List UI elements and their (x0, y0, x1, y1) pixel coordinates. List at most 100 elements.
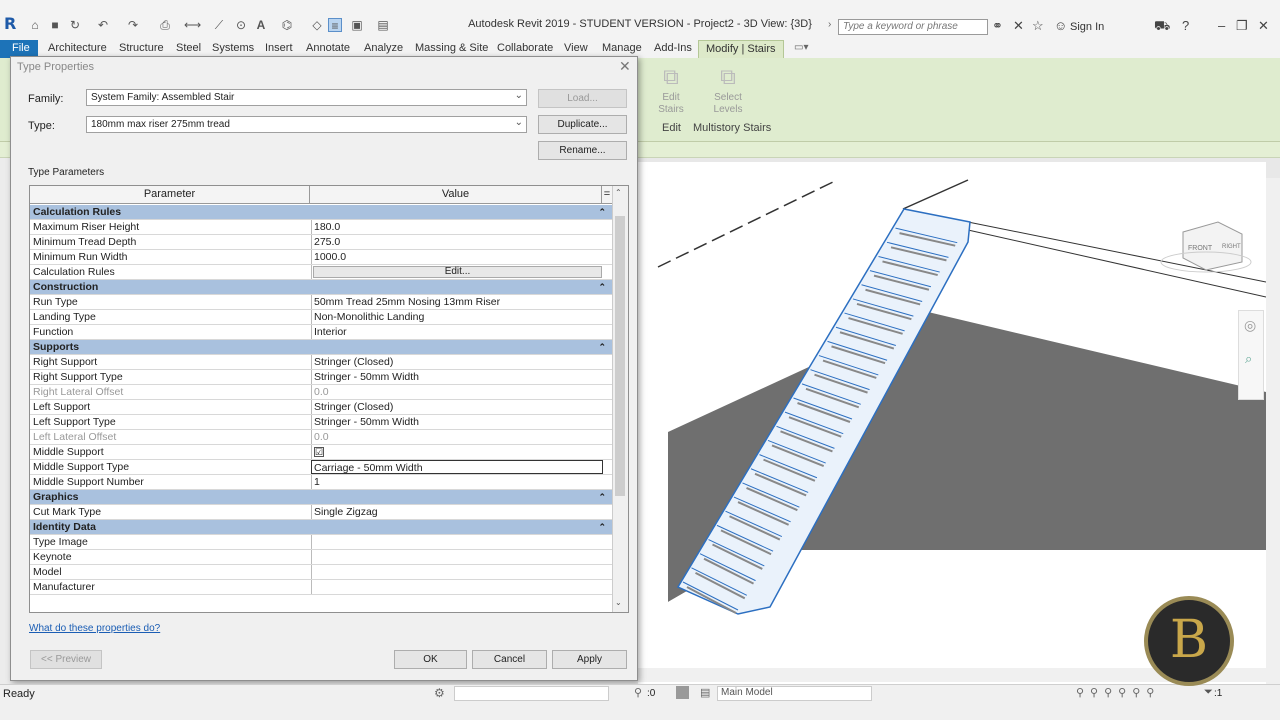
table-row[interactable]: Minimum Tread Depth 275.0 (30, 235, 612, 250)
filter-icon[interactable]: ⏷ (1204, 686, 1213, 699)
value-cell[interactable] (311, 535, 603, 549)
value-cell[interactable] (311, 550, 603, 564)
value-cell[interactable]: Single Zigzag (311, 505, 603, 519)
tab-massing-site[interactable]: Massing & Site (415, 42, 488, 54)
duplicate-button[interactable]: Duplicate... (538, 115, 627, 134)
help-icon[interactable]: ? (1182, 18, 1189, 33)
table-row[interactable]: Maximum Riser Height 180.0 (30, 220, 612, 235)
minimize-icon[interactable]: – (1218, 18, 1225, 33)
table-row[interactable]: Right Support Stringer (Closed) (30, 355, 612, 370)
steering-wheel-icon[interactable]: ◎ (1244, 317, 1256, 334)
table-row[interactable]: Landing Type Non-Monolithic Landing (30, 310, 612, 325)
tab-view[interactable]: View (564, 42, 588, 54)
help-link[interactable]: What do these properties do? (29, 623, 160, 634)
main-model-field[interactable]: Main Model (717, 686, 872, 701)
table-row[interactable]: Left Lateral Offset 0.0 (30, 430, 612, 445)
view-vertical-scrollbar[interactable] (1266, 178, 1280, 684)
group-header-identity-data[interactable]: Identity Data ⌃ (30, 520, 612, 535)
table-row[interactable]: Left Support Stringer (Closed) (30, 400, 612, 415)
value-cell[interactable]: 1000.0 (311, 250, 603, 264)
sign-in-link[interactable]: Sign In (1070, 21, 1104, 33)
binoculars-icon[interactable]: ⚭ (992, 18, 1003, 34)
column-equals[interactable]: = (602, 186, 612, 204)
value-cell[interactable]: 50mm Tread 25mm Nosing 13mm Riser (311, 295, 603, 309)
edit-requests-icon[interactable]: ⚲ (634, 686, 642, 699)
collapse-icon[interactable]: ⌃ (598, 520, 606, 534)
user-icon[interactable]: ☺ (1054, 18, 1067, 33)
tab-add-ins[interactable]: Add-Ins (654, 42, 692, 54)
edit-calculation-rules-button[interactable]: Edit... (313, 266, 602, 278)
column-value[interactable]: Value (310, 186, 602, 204)
middle-support-checkbox[interactable]: ☑ (314, 447, 324, 457)
value-cell[interactable]: Carriage - 50mm Width (311, 460, 603, 474)
collapse-icon[interactable]: ⌃ (598, 490, 606, 504)
table-row[interactable]: Right Lateral Offset 0.0 (30, 385, 612, 400)
table-row[interactable]: Manufacturer (30, 580, 612, 595)
apply-button[interactable]: Apply (552, 650, 627, 669)
group-header-graphics[interactable]: Graphics ⌃ (30, 490, 612, 505)
workset-icon[interactable]: ⚙ (434, 686, 445, 700)
family-select[interactable]: System Family: Assembled Stair ⌄ (86, 89, 527, 106)
zoom-icon[interactable]: ⌕ (1245, 351, 1252, 367)
value-cell[interactable]: Stringer (Closed) (311, 400, 603, 414)
panel-toggle-icon[interactable]: ▭▾ (794, 42, 808, 53)
group-header-calculation-rules[interactable]: Calculation Rules ⌃ (30, 205, 612, 220)
tab-collaborate[interactable]: Collaborate (497, 42, 553, 54)
restore-icon[interactable]: ❐ (1236, 18, 1248, 34)
select-levels-button[interactable]: ⧉ Select Levels (708, 62, 748, 116)
table-row[interactable]: Calculation Rules Edit... (30, 265, 612, 280)
value-cell[interactable]: 0.0 (311, 430, 603, 444)
value-cell[interactable]: 275.0 (311, 235, 603, 249)
column-parameter[interactable]: Parameter (30, 186, 310, 204)
value-cell[interactable] (311, 580, 603, 594)
scroll-thumb[interactable] (615, 216, 625, 496)
ok-button[interactable]: OK (394, 650, 467, 669)
subscription-icon[interactable]: ✕ (1013, 18, 1024, 34)
value-cell[interactable]: Stringer (Closed) (311, 355, 603, 369)
selection-options-icon[interactable]: ⚲⚲⚲⚲⚲⚲ (1076, 686, 1160, 699)
model-icon[interactable]: ▤ (700, 686, 710, 699)
navigation-bar[interactable]: ◎ ⌕ (1238, 310, 1264, 400)
close-icon[interactable]: ✕ (619, 58, 631, 75)
value-cell[interactable]: 1 (311, 475, 603, 489)
group-header-construction[interactable]: Construction ⌃ (30, 280, 612, 295)
chevron-right-icon[interactable]: › (828, 19, 831, 30)
table-row[interactable]: Keynote (30, 550, 612, 565)
value-cell[interactable]: 180.0 (311, 220, 603, 234)
table-row[interactable]: Cut Mark Type Single Zigzag (30, 505, 612, 520)
collapse-icon[interactable]: ⌃ (598, 340, 606, 354)
table-row[interactable]: Middle Support Number 1 (30, 475, 612, 490)
group-header-supports[interactable]: Supports ⌃ (30, 340, 612, 355)
viewcube[interactable]: FRONT RIGHT (1160, 221, 1252, 273)
value-cell[interactable]: Stringer - 50mm Width (311, 415, 603, 429)
scroll-down-icon[interactable]: ⌄ (615, 598, 622, 607)
value-cell[interactable]: Stringer - 50mm Width (311, 370, 603, 384)
table-row[interactable]: Middle Support Type Carriage - 50mm Width (30, 460, 612, 475)
scroll-up-icon[interactable]: ⌃ (615, 188, 622, 197)
table-row[interactable]: Model (30, 565, 612, 580)
table-row[interactable]: Type Image (30, 535, 612, 550)
load-button[interactable]: Load... (538, 89, 627, 108)
workset-field[interactable] (454, 686, 609, 701)
design-options-icon[interactable] (676, 686, 689, 699)
value-cell[interactable]: 0.0 (311, 385, 603, 399)
tab-insert[interactable]: Insert (265, 42, 293, 54)
type-select[interactable]: 180mm max riser 275mm tread ⌄ (86, 116, 527, 133)
rename-button[interactable]: Rename... (538, 141, 627, 160)
cart-icon[interactable]: ⛟ (1154, 18, 1170, 36)
value-cell[interactable]: Interior (311, 325, 603, 339)
tab-analyze[interactable]: Analyze (364, 42, 403, 54)
tab-annotate[interactable]: Annotate (306, 42, 350, 54)
tab-steel[interactable]: Steel (176, 42, 201, 54)
value-cell[interactable]: ☑ (311, 445, 603, 459)
value-cell[interactable]: Non-Monolithic Landing (311, 310, 603, 324)
close-icon[interactable]: ✕ (1258, 18, 1269, 34)
collapse-icon[interactable]: ⌃ (598, 280, 606, 294)
tab-systems[interactable]: Systems (212, 42, 254, 54)
table-row[interactable]: Run Type 50mm Tread 25mm Nosing 13mm Rise… (30, 295, 612, 310)
preview-button[interactable]: << Preview (30, 650, 102, 669)
table-row[interactable]: Function Interior (30, 325, 612, 340)
table-row[interactable]: Middle Support ☑ (30, 445, 612, 460)
search-input[interactable]: Type a keyword or phrase (838, 19, 988, 35)
table-row[interactable]: Right Support Type Stringer - 50mm Width (30, 370, 612, 385)
